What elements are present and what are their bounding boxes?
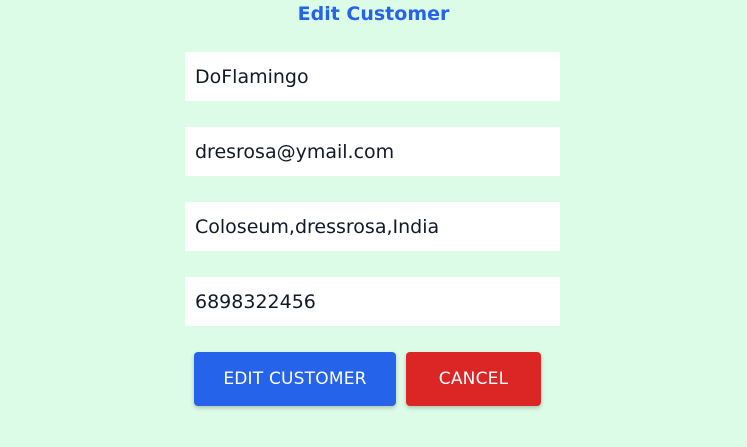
address-field[interactable] [185,202,560,251]
cancel-button[interactable]: CANCEL [406,352,541,406]
name-field[interactable] [185,52,560,101]
page-title: Edit Customer [297,3,450,25]
edit-customer-button[interactable]: EDIT CUSTOMER [194,352,396,406]
phone-field[interactable] [185,277,560,326]
email-field[interactable] [185,127,560,176]
